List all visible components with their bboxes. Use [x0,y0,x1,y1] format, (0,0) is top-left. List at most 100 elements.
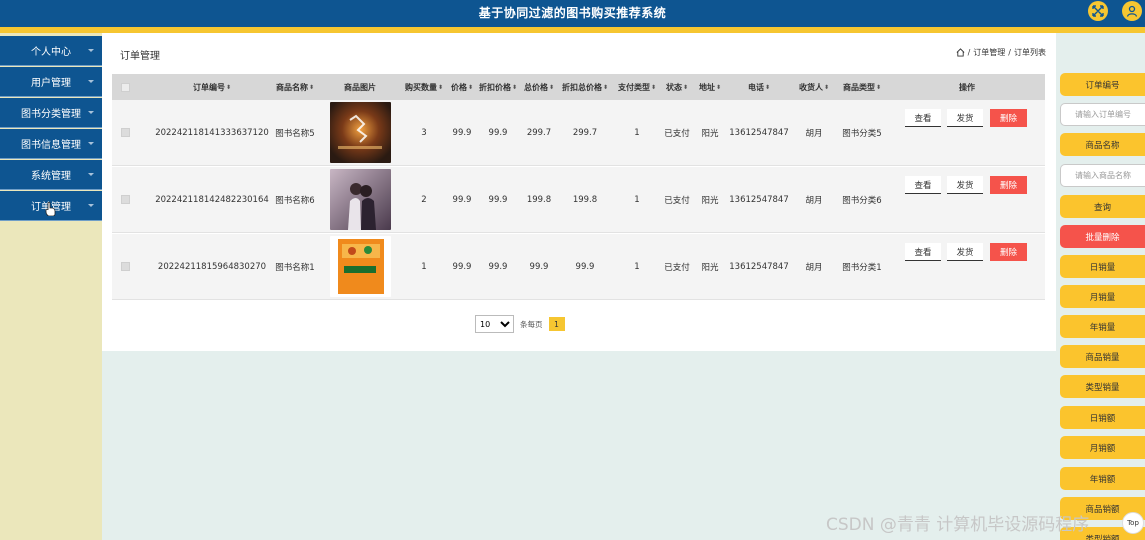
page-size-select[interactable]: 10 [475,315,514,333]
delete-button[interactable]: 删除 [990,109,1027,127]
ship-button[interactable]: 发货 [947,243,983,261]
yearly-revenue-button[interactable]: 年销额 [1060,467,1145,490]
cell-category: 图书分类6 [842,195,882,206]
cell-qty: 3 [421,127,427,138]
main-panel: 订单管理 / 订单管理 / 订单列表 订单编号 ⬍ 商品名称 ⬍ 商品图片 购买数量… [102,33,1056,351]
cell-pay-type: 1 [634,261,640,272]
ship-button[interactable]: 发货 [947,176,983,194]
cell-pay-type: 1 [634,194,640,205]
header-price[interactable]: 价格 ⬍ [447,74,477,100]
app-title: 基于协同过滤的图书购买推荐系统 [478,6,667,20]
daily-sales-button[interactable]: 日销量 [1060,255,1145,278]
cell-status: 已支付 [664,128,690,139]
header-address[interactable]: 地址 ⬍ [695,74,725,100]
sidebar-item-book-category[interactable]: 图书分类管理 [0,98,102,128]
home-icon[interactable] [956,48,965,57]
header-image: 商品图片 [344,82,376,92]
header-status[interactable]: 状态 ⬍ [662,74,692,100]
sidebar-item-system[interactable]: 系统管理 [0,160,102,190]
cell-phone: 13612547847 [729,194,789,205]
product-name-label: 商品名称 [1060,133,1145,156]
delete-button[interactable]: 删除 [990,176,1027,194]
header-phone[interactable]: 电话 ⬍ [734,74,784,100]
sidebar-item-personal-center[interactable]: 个人中心 [0,36,102,66]
cell-image [329,167,391,232]
breadcrumb: / 订单管理 / 订单列表 [956,47,1046,58]
header-receiver[interactable]: 收货人 ⬍ [792,74,836,100]
cover-orange-book-icon[interactable] [329,236,391,297]
order-no-input[interactable]: 请输入订单编号 [1060,103,1145,126]
cell-total: 99.9 [529,261,549,272]
product-sales-button[interactable]: 商品销量 [1060,345,1145,368]
sort-icon: ⬍ [511,83,518,91]
cell-category: 图书分类1 [842,262,882,273]
chevron-down-icon [88,49,94,52]
sort-icon: ⬍ [225,83,232,91]
header-name[interactable]: 商品名称 ⬍ [270,74,320,100]
header-total[interactable]: 总价格 ⬍ [521,74,557,100]
view-button[interactable]: 查看 [905,176,941,194]
header-actions: 操作 [959,82,975,92]
cell-pay-type: 1 [634,127,640,138]
table-row: 202242118142482230164 图书名称6 2 99.9 99.9 … [112,167,1045,233]
cell-discount-price: 99.9 [488,127,508,138]
user-avatar-icon[interactable] [1122,1,1142,21]
cover-couple-photo-icon[interactable] [329,169,391,230]
header-category[interactable]: 商品类型 ⬍ [836,74,888,100]
cell-receiver: 胡月 [805,195,823,206]
sidebar-item-label: 图书信息管理 [21,140,81,151]
ship-button[interactable]: 发货 [947,109,983,127]
back-to-top-button[interactable]: Top [1122,512,1144,534]
delete-button[interactable]: 删除 [990,243,1027,261]
cell-receiver: 胡月 [805,262,823,273]
view-button[interactable]: 查看 [905,109,941,127]
row-checkbox[interactable] [119,234,131,299]
sort-icon: ⬍ [602,83,609,91]
sort-icon: ⬍ [437,83,444,91]
cell-image [329,234,391,299]
cell-total: 299.7 [526,127,552,138]
daily-revenue-button[interactable]: 日销额 [1060,406,1145,429]
cell-name: 图书名称6 [275,195,315,206]
table-row: 20224211815964830270 图书名称1 1 99.9 99.9 9… [112,234,1045,300]
page-button-current[interactable]: 1 [548,317,565,331]
query-button[interactable]: 查询 [1060,195,1145,218]
cell-price: 99.9 [452,261,472,272]
yearly-sales-button[interactable]: 年销量 [1060,315,1145,338]
cell-name: 图书名称1 [275,262,315,273]
cell-discount-price: 99.9 [488,194,508,205]
select-all-checkbox[interactable] [119,74,131,100]
header-discount-price[interactable]: 折扣价格 ⬍ [476,74,520,100]
batch-delete-button[interactable]: 批量删除 [1060,225,1145,248]
category-sales-button[interactable]: 类型销量 [1060,375,1145,398]
header-discount-total[interactable]: 折扣总价格 ⬍ [559,74,611,100]
cell-phone: 13612547847 [729,127,789,138]
monthly-sales-button[interactable]: 月销量 [1060,285,1145,308]
top-bar: 基于协同过滤的图书购买推荐系统 [0,0,1145,27]
view-button[interactable]: 查看 [905,243,941,261]
watermark: CSDN @青青 计算机毕设源码程序 [826,515,1090,535]
chevron-down-icon [88,111,94,114]
fullscreen-icon[interactable] [1088,1,1108,21]
row-checkbox[interactable] [119,167,131,232]
breadcrumb-item-orders[interactable]: 订单管理 [973,47,1005,58]
sidebar-item-label: 用户管理 [31,78,71,89]
sort-icon: ⬍ [467,83,474,91]
cell-address: 阳光 [701,195,719,206]
row-checkbox[interactable] [119,100,131,165]
header-order-no[interactable]: 订单编号 ⬍ [147,74,277,100]
table-header: 订单编号 ⬍ 商品名称 ⬍ 商品图片 购买数量 ⬍ 价格 ⬍ 折扣价格 ⬍ 总价格 ⬍ 折扣… [112,74,1045,100]
sidebar-item-orders[interactable]: 订单管理 [0,191,102,221]
header-qty[interactable]: 购买数量 ⬍ [402,74,446,100]
sidebar-item-users[interactable]: 用户管理 [0,67,102,97]
sort-icon: ⬍ [548,83,555,91]
product-name-input[interactable]: 请输入商品名称 [1060,164,1145,187]
cell-image [329,100,391,165]
monthly-revenue-button[interactable]: 月销额 [1060,436,1145,459]
cell-qty: 2 [421,194,427,205]
sort-icon: ⬍ [308,83,315,91]
cell-order-no: 20224211815964830270 [157,261,267,272]
cover-dark-night-icon[interactable] [329,102,391,163]
sidebar-item-book-info[interactable]: 图书信息管理 [0,129,102,159]
header-pay-type[interactable]: 支付类型 ⬍ [614,74,660,100]
